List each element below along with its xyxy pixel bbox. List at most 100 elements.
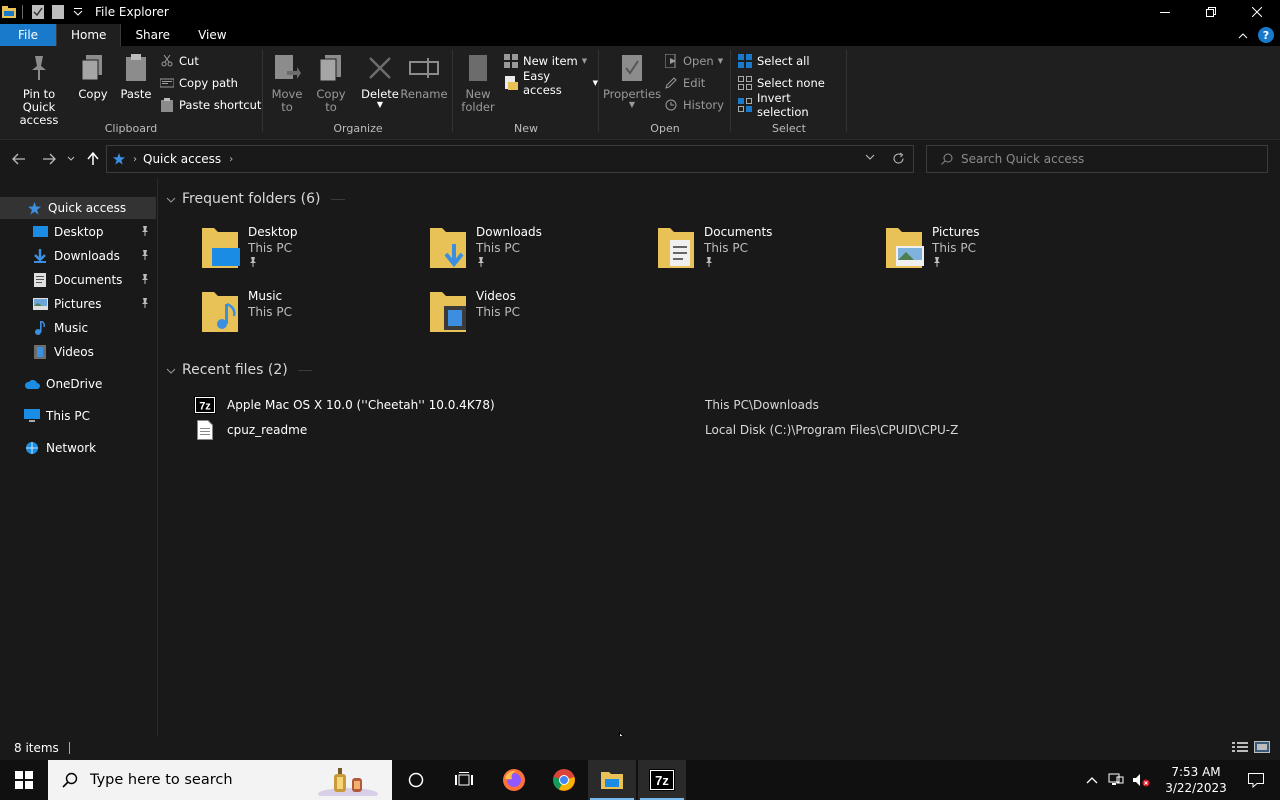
select-all-button[interactable]: Select all <box>738 52 810 70</box>
refresh-icon[interactable] <box>892 152 905 165</box>
sidebar-item-desktop[interactable]: Desktop <box>0 221 156 243</box>
chevron-down-icon: ▼ <box>717 57 724 65</box>
sidebar-item-this-pc[interactable]: This PC <box>0 405 156 427</box>
folder-tile-documents[interactable]: Documents This PC <box>654 224 874 280</box>
quick-access-star-icon <box>113 153 125 165</box>
search-box[interactable]: Search Quick access <box>926 145 1268 173</box>
system-clock[interactable]: 7:53 AM 3/22/2023 <box>1160 764 1232 796</box>
rename-button[interactable]: Rename <box>400 52 448 101</box>
properties-qat-icon[interactable] <box>31 5 45 19</box>
chevron-right-icon[interactable]: › <box>229 154 233 165</box>
recent-file-row[interactable]: cpuz_readme Local Disk (C:)\Program File… <box>194 419 1094 441</box>
move-to-button[interactable]: Move to <box>270 52 304 114</box>
tab-home[interactable]: Home <box>56 24 122 46</box>
edit-button[interactable]: Edit <box>664 74 705 92</box>
task-view-button[interactable] <box>440 760 488 800</box>
new-folder-button[interactable]: New folder <box>460 52 496 114</box>
show-hidden-icons-chevron-icon[interactable] <box>1086 776 1098 784</box>
folder-tile-pictures[interactable]: Pictures This PC <box>882 224 1102 280</box>
help-icon[interactable]: ? <box>1258 27 1274 43</box>
paste-button[interactable]: Paste <box>118 52 154 101</box>
tab-file[interactable]: File <box>0 24 56 46</box>
details-view-icon[interactable] <box>1232 741 1248 756</box>
open-button[interactable]: Open ▼ <box>664 52 723 70</box>
sidebar-item-documents[interactable]: Documents <box>0 269 156 291</box>
volume-muted-icon[interactable] <box>1132 773 1150 787</box>
large-icons-view-icon[interactable] <box>1254 741 1270 756</box>
minimize-button[interactable] <box>1142 0 1188 24</box>
start-button[interactable] <box>0 760 48 800</box>
chevron-down-icon[interactable]: ▼ <box>629 101 635 109</box>
restore-button[interactable] <box>1188 0 1234 24</box>
properties-icon <box>616 52 648 84</box>
properties-button[interactable]: Properties ▼ <box>603 52 661 109</box>
new-item-button[interactable]: New item ▼ <box>504 52 587 70</box>
sidebar-item-downloads[interactable]: Downloads <box>0 245 156 267</box>
history-button[interactable]: History <box>664 96 724 114</box>
frequent-folders-header[interactable]: Frequent folders (6) <box>166 191 345 207</box>
close-button[interactable] <box>1234 0 1280 24</box>
sidebar-item-onedrive[interactable]: OneDrive <box>0 373 156 395</box>
collapse-ribbon-icon[interactable] <box>1238 28 1248 42</box>
pin-to-quick-access-button[interactable]: Pin to Quick access <box>6 52 72 127</box>
sidebar-item-network[interactable]: Network <box>0 437 156 459</box>
section-divider <box>330 198 345 200</box>
recent-file-path: Local Disk (C:)\Program Files\CPUID\CPU-… <box>705 423 959 437</box>
address-dropdown-icon[interactable] <box>865 154 875 160</box>
notifications-icon[interactable] <box>1232 772 1280 788</box>
chevron-down-icon[interactable]: ▼ <box>377 101 383 109</box>
forward-arrow-icon[interactable] <box>40 150 58 168</box>
folder-tile-videos[interactable]: Videos This PC <box>426 288 646 344</box>
cortana-button[interactable] <box>392 760 440 800</box>
sidebar-item-pictures[interactable]: Pictures <box>0 293 156 315</box>
tab-view[interactable]: View <box>184 24 240 46</box>
open-label: Open <box>683 54 714 68</box>
explorer-app-icon[interactable] <box>2 5 16 19</box>
chevron-right-icon[interactable]: › <box>133 154 137 165</box>
select-none-label: Select none <box>757 76 825 90</box>
sidebar-item-music[interactable]: Music <box>0 317 156 339</box>
taskbar-search-box[interactable]: Type here to search <box>48 760 392 800</box>
7zip-taskbar-icon[interactable]: 7z <box>638 760 686 800</box>
chrome-taskbar-icon[interactable] <box>540 760 588 800</box>
firefox-taskbar-icon[interactable] <box>490 760 538 800</box>
network-status-icon[interactable] <box>1108 773 1124 787</box>
pin-icon <box>140 297 150 312</box>
select-none-button[interactable]: Select none <box>738 74 825 92</box>
copy-button[interactable]: Copy <box>76 52 110 101</box>
folder-location: This PC <box>932 241 976 255</box>
sidebar-item-label: Quick access <box>48 201 127 215</box>
status-bar: 8 items <box>0 736 1280 760</box>
recent-files-header[interactable]: Recent files (2) <box>166 362 312 378</box>
sidebar-item-videos[interactable]: Videos <box>0 341 156 363</box>
new-folder-icon <box>462 52 494 84</box>
invert-selection-button[interactable]: Invert selection <box>738 91 846 119</box>
chevron-down-icon[interactable] <box>166 191 176 207</box>
cut-button[interactable]: Cut <box>160 52 199 70</box>
chevron-down-icon[interactable] <box>71 5 85 19</box>
up-arrow-icon[interactable] <box>84 150 102 168</box>
folder-tile-downloads[interactable]: Downloads This PC <box>426 224 646 280</box>
chevron-down-icon[interactable] <box>166 362 176 378</box>
new-folder-qat-icon[interactable] <box>51 5 65 19</box>
copy-path-button[interactable]: Copy path <box>160 74 238 92</box>
folder-name: Music <box>248 289 283 303</box>
sidebar-item-label: This PC <box>46 409 90 423</box>
folder-tile-desktop[interactable]: Desktop This PC <box>198 224 418 280</box>
delete-button[interactable]: Delete ▼ <box>360 52 400 109</box>
copy-to-button[interactable]: Copy to <box>314 52 348 114</box>
copy-path-icon <box>160 76 174 90</box>
sidebar-item-quick-access[interactable]: Quick access <box>0 197 156 219</box>
clipboard-group: Pin to Quick access Copy Paste Cut Copy … <box>0 46 262 140</box>
breadcrumb-quick-access[interactable]: Quick access <box>143 152 221 166</box>
back-arrow-icon[interactable] <box>10 150 28 168</box>
recent-file-row[interactable]: 7z Apple Mac OS X 10.0 (''Cheetah'' 10.0… <box>194 394 1094 416</box>
address-bar[interactable]: › Quick access › <box>106 145 914 173</box>
tab-share[interactable]: Share <box>121 24 184 46</box>
file-explorer-taskbar-icon[interactable] <box>588 760 636 800</box>
recent-locations-chevron-icon[interactable] <box>64 150 78 168</box>
clock-time: 7:53 AM <box>1171 765 1221 779</box>
easy-access-button[interactable]: Easy access ▼ <box>504 69 598 97</box>
folder-tile-music[interactable]: Music This PC <box>198 288 418 344</box>
paste-shortcut-button[interactable]: Paste shortcut <box>160 96 261 114</box>
